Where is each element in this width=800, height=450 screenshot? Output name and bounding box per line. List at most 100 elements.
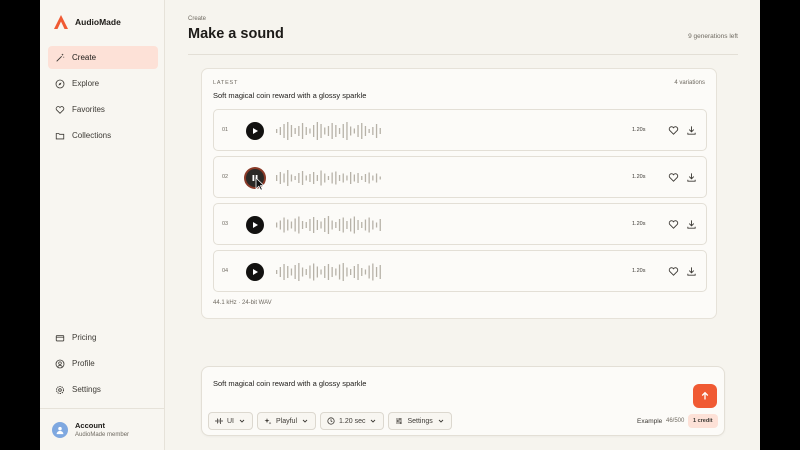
waveform-bar	[379, 219, 381, 231]
sidebar-item-pricing[interactable]: Pricing	[48, 326, 158, 349]
generate-button[interactable]	[693, 384, 717, 408]
variation-row[interactable]: 02 1.20s	[213, 156, 707, 198]
duration-select[interactable]: 1.20 sec	[320, 412, 385, 430]
waveform-bar	[361, 222, 363, 228]
download-icon[interactable]	[686, 172, 697, 183]
category-select[interactable]: UI	[208, 412, 253, 430]
play-button[interactable]	[246, 122, 264, 140]
download-icon[interactable]	[686, 125, 697, 136]
brand[interactable]: AudioMade	[53, 14, 121, 30]
sparkle-icon	[264, 418, 272, 425]
sidebar-item-label: Collections	[72, 131, 112, 140]
waveform-bar	[327, 264, 330, 280]
play-button[interactable]	[246, 263, 264, 281]
waveform-bar	[298, 126, 300, 136]
waveform-bar	[294, 265, 296, 279]
waveform-bar	[342, 124, 344, 138]
heart-icon[interactable]	[668, 125, 679, 136]
waveform-bar	[283, 173, 285, 183]
waveform-bar	[353, 174, 355, 182]
waveform-bar	[361, 176, 363, 180]
prompt-input[interactable]: Soft magical coin reward with a glossy s…	[213, 379, 366, 388]
mouse-pointer-icon	[255, 177, 265, 191]
heart-icon[interactable]	[668, 266, 679, 277]
waveform-bar	[342, 263, 344, 281]
waveform-bar	[313, 263, 315, 281]
play-button[interactable]	[246, 216, 264, 234]
sidebar-item-create[interactable]: Create	[48, 46, 158, 69]
waveform-bar	[327, 126, 330, 136]
variation-row[interactable]: 01 1.20s	[213, 109, 707, 151]
waveform-bar	[276, 270, 278, 274]
variation-row[interactable]: 04 1.20s	[213, 250, 707, 292]
waveform-bar	[324, 266, 326, 278]
settings-select[interactable]: Settings	[388, 412, 452, 430]
waveform-bar	[375, 124, 378, 138]
variations-count: 4 variations	[674, 80, 705, 86]
waveform-bar	[335, 268, 337, 276]
sliders-icon	[396, 418, 403, 424]
example-link[interactable]: Example	[637, 418, 662, 425]
variation-number: 04	[222, 268, 229, 274]
waveform-bar	[331, 267, 333, 277]
account-name: Account	[75, 421, 105, 430]
account-menu[interactable]: Account AudioMade member	[40, 408, 164, 450]
chip-label: 1.20 sec	[339, 417, 366, 425]
variation-number: 01	[222, 127, 229, 133]
waveform-bar	[335, 222, 337, 228]
waveform-bar	[290, 174, 293, 182]
waveform-bar	[276, 175, 278, 181]
sidebar-item-label: Pricing	[72, 333, 97, 342]
user-avatar-icon	[56, 426, 64, 434]
sidebar-item-collections[interactable]: Collections	[48, 124, 158, 147]
waveform-bar	[368, 217, 370, 233]
sidebar: AudioMade Create Explore Favorites Colle…	[40, 0, 165, 450]
sidebar-item-profile[interactable]: Profile	[48, 352, 158, 375]
credit-badge: 1 credit	[688, 414, 718, 428]
waveform-bar	[301, 123, 304, 139]
waveform-bar	[361, 268, 363, 276]
waveform-bar	[357, 220, 359, 230]
waveform-bar	[309, 265, 311, 279]
waveform-bar	[279, 267, 281, 277]
variation-number: 03	[222, 221, 229, 227]
clock-icon	[327, 417, 335, 425]
waveform-bar	[368, 172, 370, 184]
sidebar-item-favorites[interactable]: Favorites	[48, 98, 158, 121]
heart-icon[interactable]	[668, 172, 679, 183]
download-icon[interactable]	[686, 219, 697, 230]
heart-icon[interactable]	[668, 219, 679, 230]
waveform-bar	[364, 126, 367, 136]
download-icon[interactable]	[686, 266, 697, 277]
waveform	[276, 263, 381, 281]
waveform	[276, 122, 381, 140]
waveform-bar	[320, 221, 322, 229]
waveform-bar	[346, 221, 348, 229]
waveform-bar	[313, 217, 315, 233]
waveform-bar	[283, 217, 285, 233]
waveform-bar	[324, 173, 326, 183]
waveform-bar	[305, 175, 307, 181]
waveform-icon	[215, 418, 223, 424]
sidebar-item-explore[interactable]: Explore	[48, 72, 158, 95]
generations-left: 9 generations left	[688, 33, 738, 40]
avatar	[52, 421, 68, 438]
mood-select[interactable]: Playful	[257, 412, 317, 430]
chevron-down-icon	[438, 419, 444, 423]
waveform-bar	[368, 129, 370, 133]
account-subtitle: AudioMade member	[75, 432, 130, 438]
audio-format: 44.1 kHz · 24-bit WAV	[213, 300, 272, 306]
waveform-bar	[298, 173, 300, 183]
sidebar-item-settings[interactable]: Settings	[48, 378, 158, 401]
waveform-bar	[298, 263, 300, 281]
waveform-bar	[316, 266, 318, 278]
variation-row[interactable]: 03 1.20s	[213, 203, 707, 245]
waveform-bar	[324, 127, 326, 135]
waveform-bar	[301, 267, 304, 277]
waveform-bar	[346, 175, 348, 181]
waveform-bar	[294, 218, 296, 232]
waveform-bar	[279, 172, 281, 184]
sidebar-item-label: Settings	[72, 385, 101, 394]
waveform-bar	[372, 175, 374, 181]
main-content: Create Make a sound 9 generations left L…	[166, 0, 760, 450]
